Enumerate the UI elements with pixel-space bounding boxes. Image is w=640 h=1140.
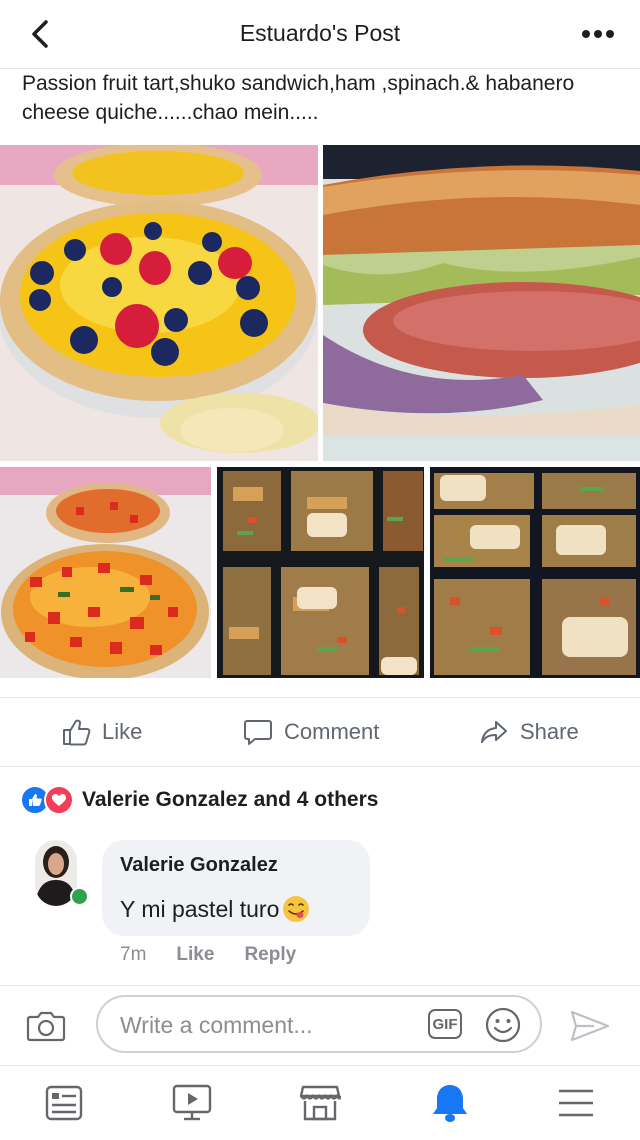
comment-button[interactable]: Comment: [242, 714, 379, 750]
like-label: Like: [102, 719, 143, 744]
online-status-dot: [70, 887, 89, 906]
menu-icon[interactable]: [554, 1082, 598, 1124]
comment-meta: 7m Like Reply: [120, 944, 326, 966]
photo-chow-mein-boxes[interactable]: [430, 467, 640, 678]
comment-bubble: Valerie Gonzalez Y mi pastel turo: [102, 840, 370, 936]
share-label: Share: [520, 719, 579, 744]
comment-text: Y mi pastel turo: [120, 895, 280, 922]
photo-quiche[interactable]: [0, 467, 211, 678]
share-icon: [481, 721, 507, 743]
love-reaction-icon: [44, 785, 74, 815]
comment-input[interactable]: [118, 1008, 422, 1042]
share-button[interactable]: Share: [478, 714, 579, 750]
emoji-icon[interactable]: [484, 1006, 522, 1049]
reactions-names[interactable]: Valerie Gonzalez and 4 others: [82, 788, 378, 812]
notifications-icon[interactable]: [428, 1082, 472, 1124]
comment-time: 7m: [120, 944, 147, 965]
reactions-summary[interactable]: Valerie Gonzalez and 4 others: [20, 784, 378, 816]
photo-grid: [0, 145, 640, 678]
photo-shuko-sandwich[interactable]: [323, 145, 640, 461]
post-actions: Like Comment Share: [0, 697, 640, 767]
send-icon[interactable]: [568, 1008, 612, 1049]
top-bar: Estuardo's Post: [0, 0, 640, 69]
comment-text-row: Y mi pastel turo: [120, 894, 311, 924]
watch-icon[interactable]: [170, 1082, 214, 1124]
like-button[interactable]: Like: [60, 714, 142, 750]
more-icon[interactable]: [578, 22, 618, 46]
marketplace-icon[interactable]: [298, 1082, 342, 1124]
yum-emoji-icon: [283, 896, 310, 922]
bottom-tab-bar: [0, 1065, 640, 1140]
comment-label: Comment: [284, 719, 380, 744]
page-title: Estuardo's Post: [239, 20, 401, 46]
camera-icon[interactable]: [26, 1008, 66, 1049]
comment-icon: [244, 720, 272, 745]
comment-reply-link[interactable]: Reply: [244, 944, 296, 966]
photo-chow-mein-trays[interactable]: [217, 467, 424, 678]
comment-composer: GIF: [0, 985, 640, 1066]
comment-input-box: GIF: [96, 995, 542, 1053]
thumbs-up-icon: [63, 719, 91, 746]
news-feed-icon[interactable]: [42, 1082, 86, 1124]
post-text: Passion fruit tart,shuko sandwich,ham ,s…: [22, 72, 575, 124]
comment-like-link[interactable]: Like: [176, 944, 214, 966]
comment-author[interactable]: Valerie Gonzalez: [120, 854, 278, 877]
gif-icon[interactable]: GIF: [428, 1009, 462, 1039]
photo-passion-fruit-tart[interactable]: [0, 145, 318, 461]
